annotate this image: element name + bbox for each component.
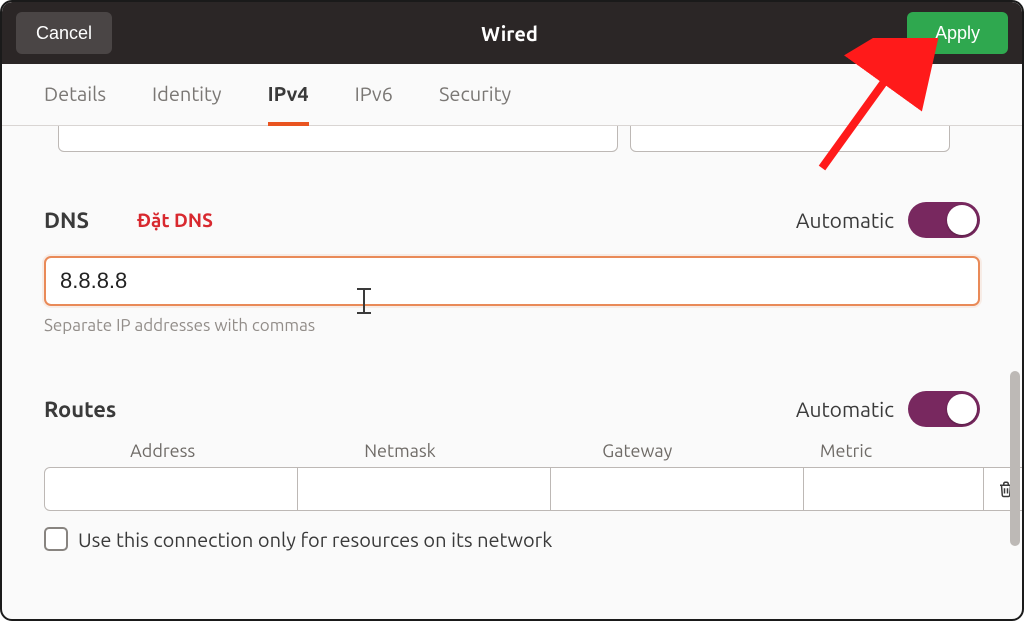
routes-header-metric: Metric — [756, 441, 936, 467]
route-gateway-input[interactable] — [551, 467, 804, 511]
routes-automatic-toggle[interactable] — [908, 391, 980, 427]
tab-details[interactable]: Details — [44, 64, 106, 126]
routes-only-resources-checkbox[interactable] — [44, 527, 68, 551]
routes-only-resources-label: Use this connection only for resources o… — [78, 528, 552, 551]
truncated-field-2[interactable] — [630, 126, 950, 152]
route-metric-input[interactable] — [804, 467, 984, 511]
tab-security[interactable]: Security — [439, 64, 511, 126]
dns-servers-input[interactable] — [44, 256, 980, 306]
truncated-previous-row — [44, 126, 980, 154]
ipv4-panel: DNS Đặt DNS Automatic Separate IP addres… — [2, 126, 1022, 619]
truncated-field-1[interactable] — [58, 126, 618, 152]
tab-identity[interactable]: Identity — [152, 64, 222, 126]
dns-automatic-label: Automatic — [796, 208, 894, 232]
dns-automatic-toggle[interactable] — [908, 202, 980, 238]
routes-section-header: Routes Automatic — [44, 391, 980, 427]
cancel-button[interactable]: Cancel — [16, 12, 112, 54]
dns-annotation: Đặt DNS — [137, 209, 213, 231]
routes-header-address: Address — [44, 441, 281, 467]
content-scroll-area: DNS Đặt DNS Automatic Separate IP addres… — [2, 126, 1022, 619]
routes-title: Routes — [44, 397, 116, 422]
dns-helper-text: Separate IP addresses with commas — [44, 316, 980, 335]
tab-ipv4[interactable]: IPv4 — [268, 64, 309, 126]
routes-header-gateway: Gateway — [519, 441, 756, 467]
routes-row — [44, 467, 980, 511]
route-netmask-input[interactable] — [298, 467, 551, 511]
tab-bar: Details Identity IPv4 IPv6 Security — [2, 64, 1022, 126]
routes-automatic-label: Automatic — [796, 397, 894, 421]
dns-section-header: DNS Đặt DNS Automatic — [44, 202, 980, 238]
tab-ipv6[interactable]: IPv6 — [355, 64, 393, 126]
route-address-input[interactable] — [44, 467, 298, 511]
apply-button[interactable]: Apply — [907, 12, 1008, 54]
dialog-title: Wired — [112, 22, 907, 45]
settings-dialog: Cancel Wired Apply Details Identity IPv4… — [0, 0, 1024, 621]
routes-column-headers: Address Netmask Gateway Metric — [44, 441, 980, 467]
dns-title: DNS — [44, 208, 89, 233]
routes-only-resources-row: Use this connection only for resources o… — [44, 527, 980, 551]
routes-header-netmask: Netmask — [281, 441, 518, 467]
titlebar: Cancel Wired Apply — [2, 2, 1022, 64]
content-scrollbar[interactable] — [1010, 371, 1020, 546]
